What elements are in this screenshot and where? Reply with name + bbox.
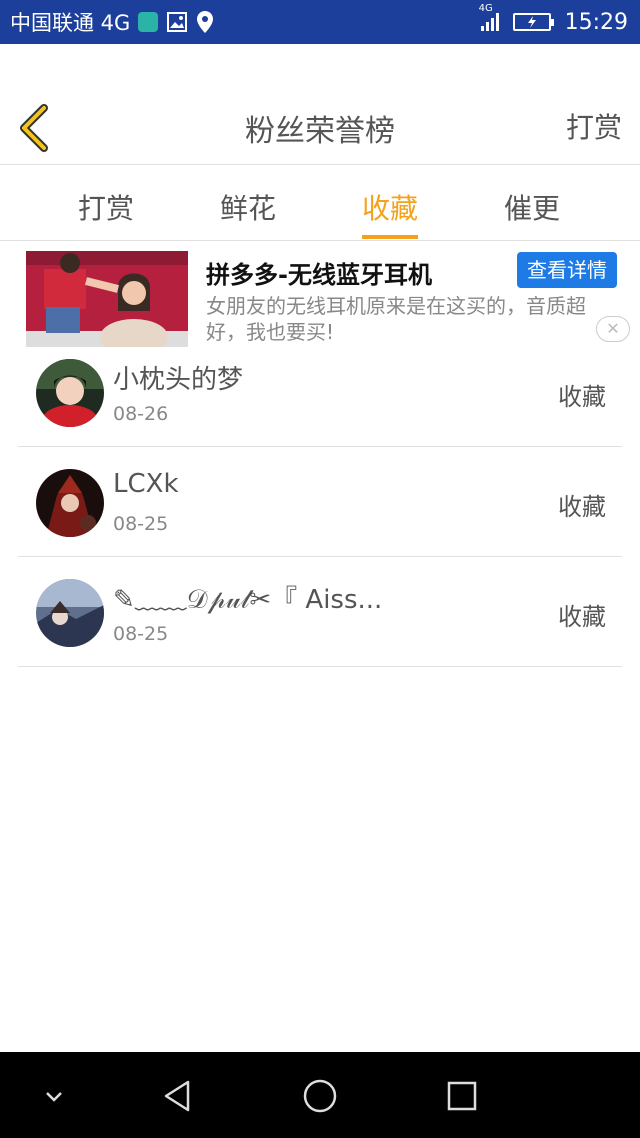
status-left: 中国联通 4G (10, 0, 214, 44)
page-title: 粉丝荣誉榜 (245, 114, 395, 149)
chevron-down-icon[interactable] (32, 1074, 76, 1118)
huawei-icon (138, 12, 159, 32)
action-label: 收藏 (558, 493, 606, 521)
tab-urge-update[interactable]: 催更 (492, 187, 572, 227)
user-name: 小枕头的梦 (113, 365, 244, 395)
status-bar: 中国联通 4G 4G 15:29 (0, 0, 640, 44)
tab-reward[interactable]: 打赏 (66, 187, 146, 227)
back-triangle-icon[interactable] (156, 1074, 200, 1118)
active-tab-indicator (362, 235, 418, 239)
ad-title[interactable]: 拼多多-无线蓝牙耳机 (206, 255, 432, 290)
tab-favorites[interactable]: 收藏 (350, 187, 430, 227)
action-label: 收藏 (558, 603, 606, 631)
ad-banner[interactable]: 拼多多-无线蓝牙耳机 查看详情 女朋友的无线耳机原来是在这买的，音质超好，我也要… (0, 241, 640, 347)
item-date: 08-25 (113, 513, 169, 535)
ad-details-button[interactable]: 查看详情 (517, 252, 617, 288)
avatar[interactable] (36, 579, 104, 647)
close-icon[interactable]: ✕ (596, 316, 630, 342)
tab-bar: 打赏 鲜花 收藏 催更 (0, 165, 640, 241)
list-item[interactable]: LCXk 08-25 收藏 (18, 447, 622, 557)
avatar[interactable] (36, 359, 104, 427)
location-icon (197, 11, 214, 33)
carrier-label: 中国联通 4G (10, 11, 131, 35)
item-date: 08-25 (113, 623, 169, 645)
home-circle-icon[interactable] (298, 1074, 342, 1118)
list-item[interactable]: 小枕头的梦 08-26 收藏 (18, 337, 622, 447)
user-name: ✎﹏﹏𝒟𝓅𝓊𝓁✂『 Aiss... (113, 585, 383, 615)
signal-icon: 4G (479, 3, 499, 31)
user-name: LCXk (113, 469, 179, 499)
clock: 15:29 (564, 9, 628, 35)
app-header: 粉丝荣誉榜 打赏 (0, 44, 640, 165)
network-badge: 4G (478, 3, 493, 14)
tab-flowers[interactable]: 鲜花 (208, 187, 288, 227)
action-label: 收藏 (558, 383, 606, 411)
list-item[interactable]: ✎﹏﹏𝒟𝓅𝓊𝓁✂『 Aiss... 08-25 收藏 (18, 557, 622, 667)
status-right: 4G 15:29 (479, 0, 628, 44)
favorites-list: 小枕头的梦 08-26 收藏 LCXk 08-25 收藏 ✎﹏﹏𝒟𝓅𝓊𝓁✂『 A… (0, 337, 640, 667)
reward-button[interactable]: 打赏 (566, 106, 622, 146)
recents-square-icon[interactable] (440, 1074, 484, 1118)
avatar[interactable] (36, 469, 104, 537)
battery-charging-icon (512, 13, 554, 31)
item-date: 08-26 (113, 403, 169, 425)
image-icon (167, 12, 188, 32)
ad-image[interactable] (26, 251, 188, 347)
system-nav-bar (0, 1052, 640, 1138)
